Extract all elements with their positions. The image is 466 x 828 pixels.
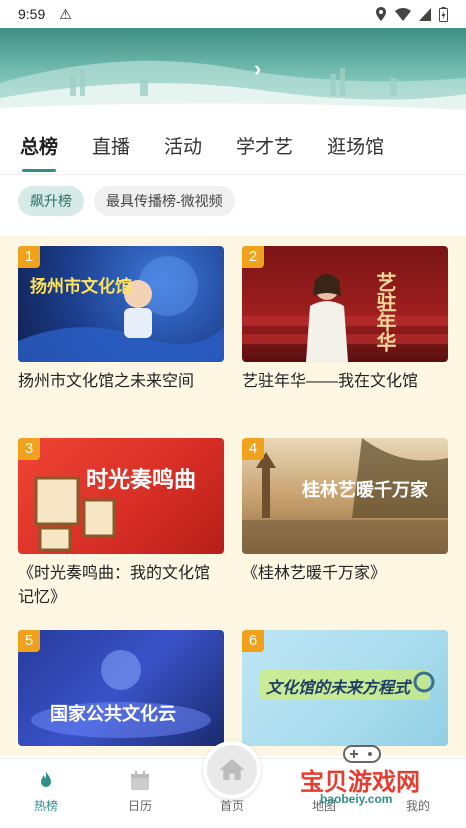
tab-learn-arts[interactable]: 学才艺	[236, 128, 293, 172]
rank-badge: 2	[242, 246, 264, 268]
ranking-card[interactable]: 艺驻年华 2 艺驻年华——我在文化馆	[242, 246, 448, 394]
card-thumbnail[interactable]: 艺驻年华 2	[242, 246, 448, 362]
card-title[interactable]: 艺驻年华——我在文化馆	[242, 370, 448, 394]
wifi-icon	[395, 7, 411, 21]
banner-art	[0, 60, 466, 120]
ranking-filter-chips: 飙升榜 最具传播榜-微视频	[18, 186, 235, 216]
thumbnail-art	[18, 256, 224, 362]
thumbnail-art	[31, 650, 211, 738]
status-icons	[375, 6, 448, 22]
tabs-divider	[0, 174, 466, 175]
ranking-card[interactable]: 文化馆的未来方程式 6	[242, 630, 448, 746]
thumbnail-art	[34, 476, 116, 552]
chip-most-shared-video[interactable]: 最具传播榜-微视频	[94, 186, 235, 216]
thumbnail-caption: 文化馆的未来方程式	[266, 680, 411, 697]
card-title[interactable]: 《时光奏鸣曲：我的文化馆记忆》	[18, 562, 224, 610]
flame-icon	[41, 771, 51, 787]
watermark-url: baobeiy.com	[320, 792, 393, 806]
tab-live[interactable]: 直播	[92, 128, 130, 172]
rank-badge: 5	[18, 630, 40, 652]
calendar-icon	[131, 771, 149, 790]
thumbnail-caption: 艺驻年华	[373, 272, 395, 352]
thumbnail-caption: 时光奏鸣曲	[86, 467, 197, 492]
tab-activities[interactable]: 活动	[164, 128, 202, 172]
card-thumbnail[interactable]: 国家公共文化云 5	[18, 630, 224, 746]
chevron-right-icon[interactable]: ›	[254, 56, 261, 82]
nav-calendar[interactable]: 日历	[110, 767, 170, 814]
status-bar: 9:59 ⚠	[0, 0, 466, 28]
ranking-card[interactable]: 扬州市文化馆 1 扬州市文化馆之未来空间	[18, 246, 224, 394]
top-banner[interactable]: ›	[0, 28, 466, 120]
status-time: 9:59	[18, 6, 46, 22]
nav-home[interactable]: 首页	[202, 767, 262, 814]
thumbnail-caption: 扬州市文化馆	[30, 277, 132, 296]
signal-icon	[419, 7, 431, 21]
location-icon	[376, 7, 386, 21]
tab-visit-venues[interactable]: 逛场馆	[327, 128, 384, 172]
thumbnail-caption: 国家公共文化云	[50, 704, 176, 724]
rank-badge: 4	[242, 438, 264, 460]
ranking-card[interactable]: 桂林艺暖千万家 4 《桂林艺暖千万家》	[242, 438, 448, 586]
thumbnail-caption: 桂林艺暖千万家	[302, 480, 428, 500]
card-thumbnail[interactable]: 扬州市文化馆 1	[18, 246, 224, 362]
watermark: 宝贝游戏网 baobeiy.com	[300, 742, 460, 812]
chip-rising[interactable]: 飙升榜	[18, 186, 84, 216]
rank-badge: 6	[242, 630, 264, 652]
battery-icon	[439, 6, 448, 22]
card-thumbnail[interactable]: 时光奏鸣曲 3	[18, 438, 224, 554]
category-tabs: 总榜 直播 活动 学才艺 逛场馆	[0, 128, 466, 172]
thumbnail-art	[242, 274, 448, 362]
card-thumbnail[interactable]: 桂林艺暖千万家 4	[242, 438, 448, 554]
rank-badge: 3	[18, 438, 40, 460]
ranking-card[interactable]: 国家公共文化云 5	[18, 630, 224, 746]
nav-hot[interactable]: 热榜	[16, 767, 76, 814]
card-title[interactable]: 《桂林艺暖千万家》	[242, 562, 448, 586]
tab-overall[interactable]: 总榜	[20, 128, 58, 172]
nav-home-label: 首页	[219, 799, 244, 813]
card-title[interactable]: 扬州市文化馆之未来空间	[18, 370, 224, 394]
ranking-card[interactable]: 时光奏鸣曲 3 《时光奏鸣曲：我的文化馆记忆》	[18, 438, 224, 610]
card-thumbnail[interactable]: 文化馆的未来方程式 6	[242, 630, 448, 746]
ranking-feed[interactable]: 扬州市文化馆 1 扬州市文化馆之未来空间 艺驻年华 2 艺驻年华——我在文化馆	[0, 236, 466, 756]
warning-icon: ⚠	[59, 5, 72, 22]
nav-calendar-label: 日历	[127, 799, 152, 813]
rank-badge: 1	[18, 246, 40, 268]
nav-hot-label: 热榜	[33, 799, 58, 813]
